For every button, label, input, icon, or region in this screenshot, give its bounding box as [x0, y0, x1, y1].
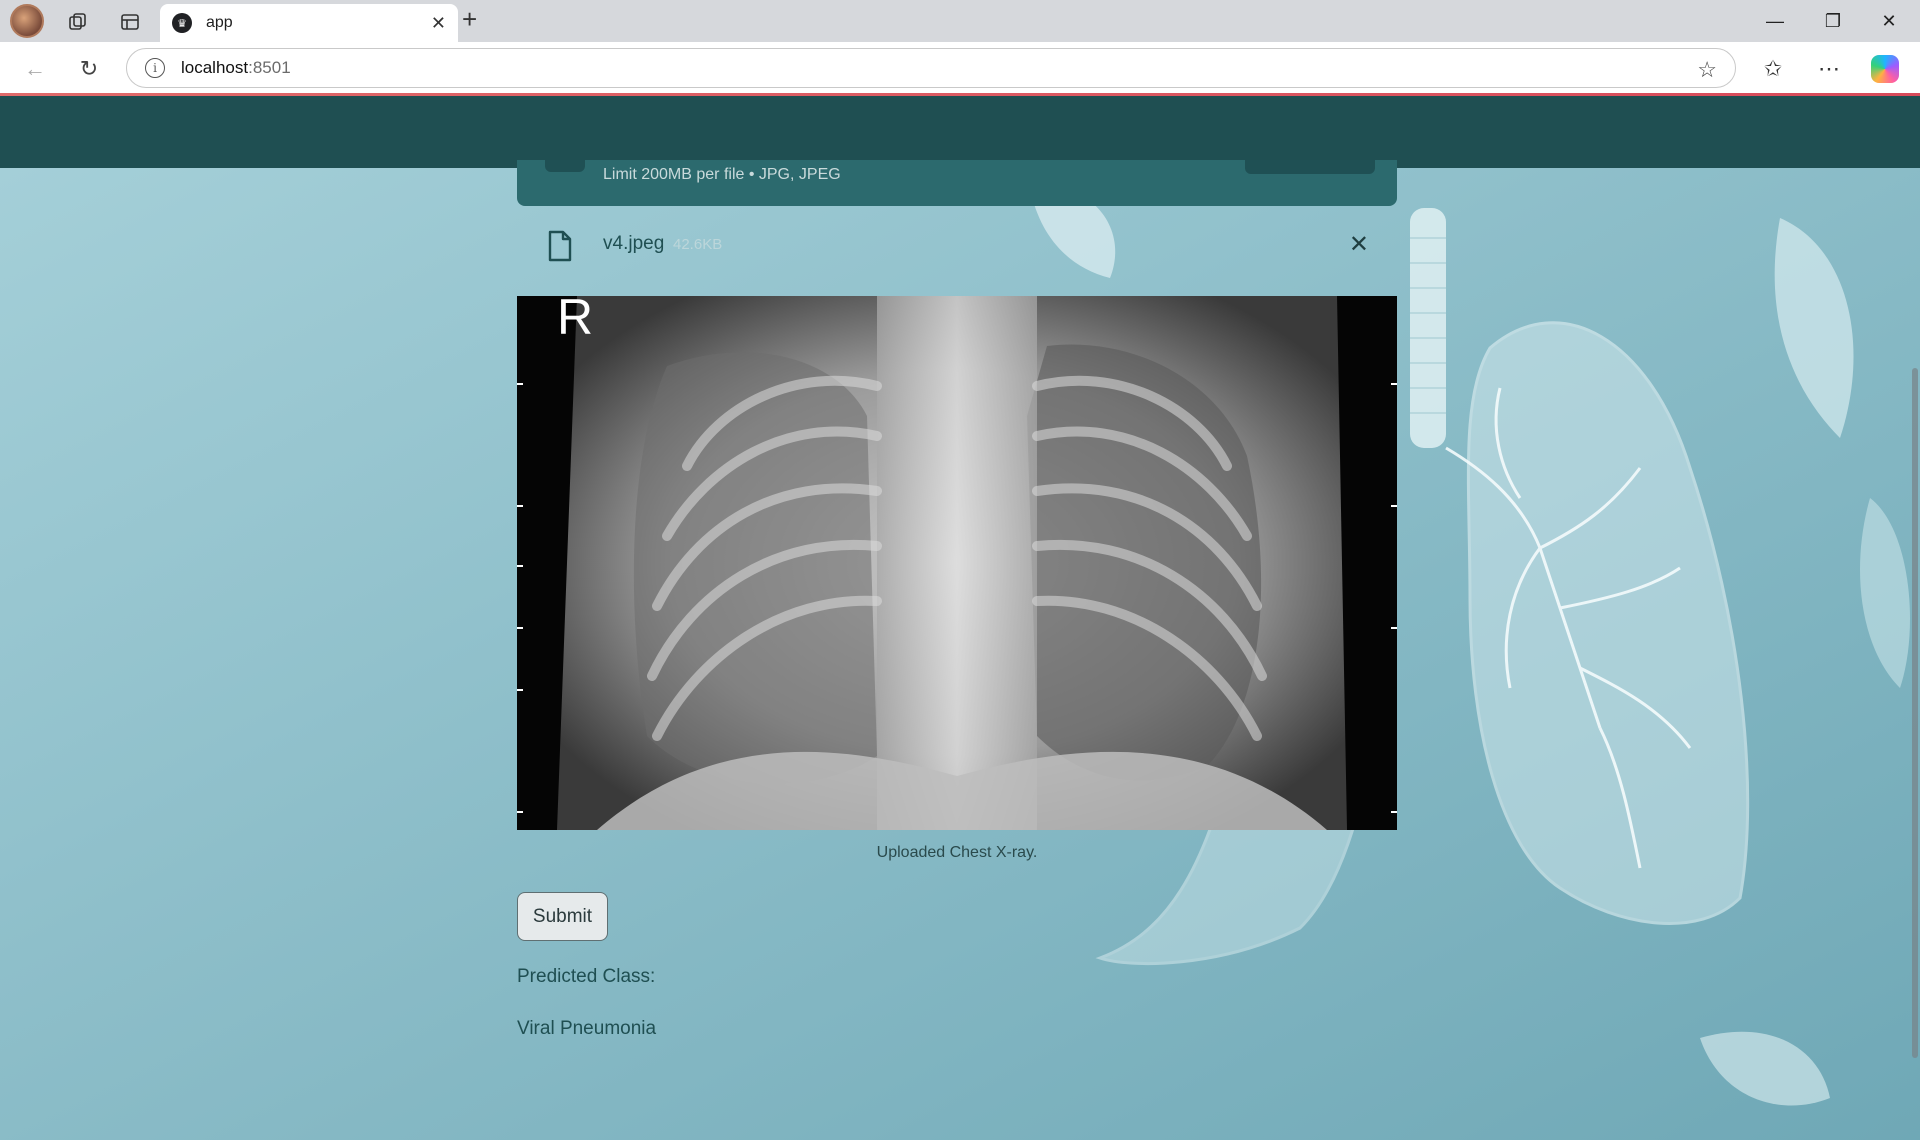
cloud-upload-icon [545, 160, 585, 172]
favorite-star-icon[interactable]: ☆ [1697, 57, 1717, 83]
streamlit-favicon-icon: ♛ [172, 13, 192, 33]
image-caption: Uploaded Chest X-ray. [876, 844, 1038, 861]
app-header [0, 96, 1920, 168]
browser-tab-bar: ♛ app ✕ + — ❐ ✕ [0, 0, 1920, 42]
url-input[interactable]: i localhost:8501 ☆ [126, 48, 1736, 88]
page-scrollbar[interactable] [1908, 168, 1920, 1140]
new-tab-icon[interactable]: + [462, 4, 477, 35]
submit-button[interactable]: Submit [517, 892, 608, 941]
chest-xray-image: R [517, 296, 1397, 830]
tab-title: app [206, 14, 233, 31]
back-icon[interactable]: ← [18, 52, 52, 86]
uploader-limit-text: Limit 200MB per file • JPG, JPEG [603, 166, 841, 183]
file-icon [548, 230, 572, 262]
minimize-icon[interactable]: — [1752, 4, 1798, 38]
tab-app[interactable]: ♛ app ✕ [160, 4, 458, 42]
more-menu-icon[interactable]: ⋯ [1812, 52, 1846, 86]
favorites-icon[interactable]: ✩ [1756, 52, 1790, 86]
close-tab-icon[interactable]: ✕ [431, 13, 446, 34]
browse-files-button[interactable] [1245, 160, 1375, 174]
address-bar-row: ← ↻ i localhost:8501 ☆ ✩ ⋯ [0, 42, 1920, 94]
predicted-class-value: Viral Pneumonia [517, 1018, 657, 1039]
file-size: 42.6KB [673, 236, 723, 253]
restore-icon[interactable]: ❐ [1810, 4, 1856, 38]
close-window-icon[interactable]: ✕ [1866, 4, 1912, 38]
copilot-icon[interactable] [1868, 52, 1902, 86]
collections-icon[interactable] [60, 4, 96, 40]
url-port: :8501 [248, 58, 291, 77]
file-uploader-dropzone[interactable]: Limit 200MB per file • JPG, JPEG [517, 160, 1397, 206]
refresh-icon[interactable]: ↻ [72, 52, 106, 86]
site-info-icon[interactable]: i [145, 58, 165, 78]
file-name: v4.jpeg [603, 233, 665, 254]
scrollbar-thumb[interactable] [1912, 368, 1918, 1058]
vertical-tabs-icon[interactable] [112, 4, 148, 40]
uploaded-file-row: v4.jpeg 42.6KB ✕ [517, 220, 1397, 270]
remove-file-icon[interactable]: ✕ [1349, 230, 1369, 259]
xray-side-marker: R [557, 296, 594, 345]
predicted-class-label: Predicted Class: [517, 966, 656, 987]
profile-avatar[interactable] [10, 4, 44, 38]
url-host: localhost [181, 58, 249, 77]
